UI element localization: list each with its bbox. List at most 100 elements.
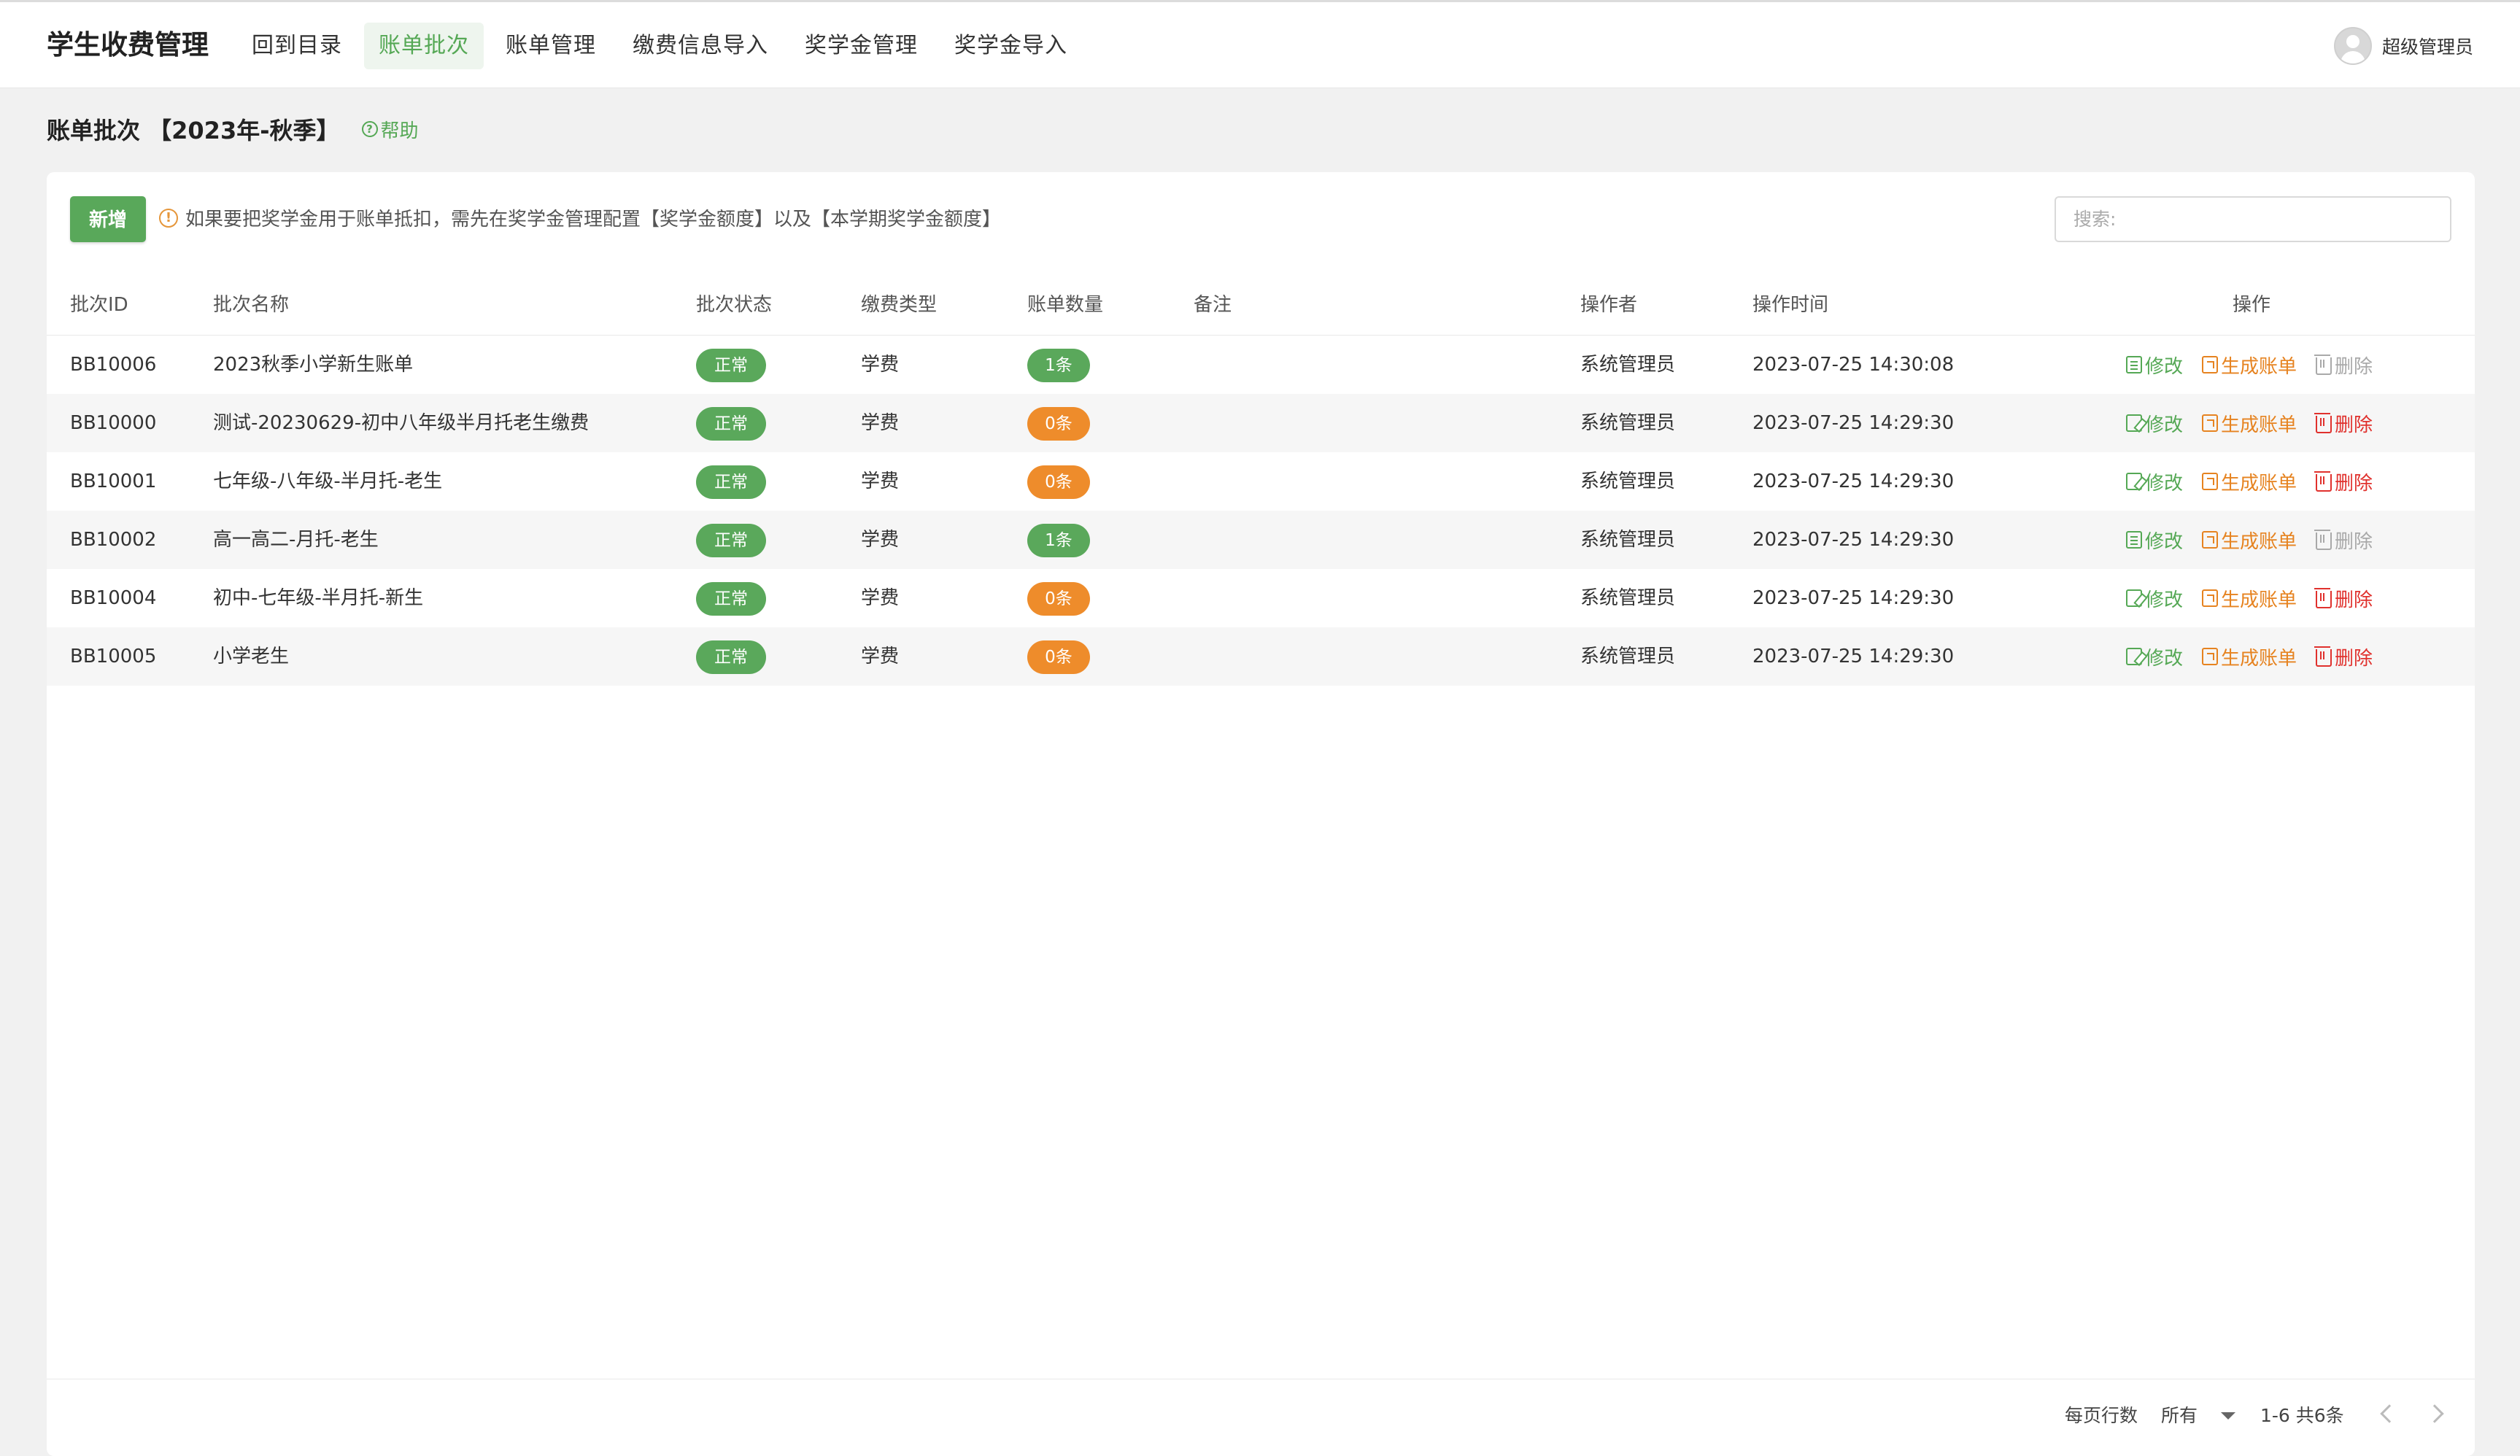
row-actions: 修改 生成账单 删除 (2126, 452, 2373, 511)
cell-batch-name: 2023秋季小学新生账单 (213, 354, 414, 376)
cell-batch-id: BB10005 (70, 646, 157, 667)
header-fee-type: 缴费类型 (861, 294, 938, 316)
delete-label: 删除 (2335, 355, 2373, 378)
generate-label: 生成账单 (2221, 589, 2297, 611)
search-input[interactable] (2055, 196, 2451, 242)
nav-item-payment-import[interactable]: 缴费信息导入 (618, 23, 783, 69)
export-icon (2202, 531, 2219, 549)
user-menu[interactable]: 超级管理员 (2333, 27, 2473, 65)
rows-per-page-label: 每页行数 (2065, 1405, 2138, 1426)
main-nav: 回到目录 账单批次 账单管理 缴费信息导入 奖学金管理 奖学金导入 (237, 23, 1082, 69)
delete-button[interactable]: 删除 (2314, 410, 2373, 437)
generate-bill-button[interactable]: 生成账单 (2202, 585, 2297, 612)
count-badge: 0条 (1027, 581, 1090, 616)
rows-per-page-select[interactable]: 所有 (2161, 1379, 2198, 1452)
cell-bill-count: 1条 (1027, 336, 1090, 394)
cell-batch-name: 测试-20230629-初中八年级半月托老生缴费 (213, 412, 590, 434)
generate-bill-button[interactable]: 生成账单 (2202, 468, 2297, 495)
add-button[interactable]: 新增 (70, 196, 146, 242)
delete-button[interactable]: 删除 (2314, 585, 2373, 612)
header-batch-id: 批次ID (70, 294, 128, 316)
delete-label: 删除 (2335, 530, 2373, 553)
pagination: 每页行数 所有 1-6 共6条 (47, 1379, 2475, 1452)
cell-bill-count: 0条 (1027, 627, 1090, 686)
count-badge: 1条 (1027, 523, 1090, 557)
cell-bill-count: 1条 (1027, 511, 1090, 569)
edit-icon (2126, 589, 2142, 607)
cell-batch-id: BB10002 (70, 529, 157, 551)
page-range: 1-6 共6条 (2260, 1405, 2344, 1426)
cell-fee-type: 学费 (861, 587, 900, 609)
trash-icon (2314, 646, 2332, 667)
scholarship-notice: ! 如果要把奖学金用于账单抵扣，需先在奖学金管理配置【奖学金额度】以及【本学期奖… (159, 204, 1001, 231)
cell-batch-id: BB10006 (70, 354, 157, 376)
row-actions: 修改 生成账单 删除 (2126, 336, 2373, 394)
row-actions: 修改 生成账单 删除 (2126, 569, 2373, 627)
cell-batch-id: BB10001 (70, 471, 157, 492)
chevron-left-icon[interactable] (2380, 1404, 2399, 1423)
generate-bill-button[interactable]: 生成账单 (2202, 643, 2297, 670)
count-badge: 1条 (1027, 348, 1090, 382)
table-header: 批次ID 批次名称 批次状态 缴费类型 账单数量 备注 操作者 操作时间 操作 (47, 274, 2475, 336)
cell-operator: 系统管理员 (1580, 646, 1676, 667)
edit-icon (2126, 356, 2142, 373)
generate-bill-button[interactable]: 生成账单 (2202, 410, 2297, 437)
cell-operation-time: 2023-07-25 14:30:08 (1752, 354, 1955, 376)
count-badge: 0条 (1027, 640, 1090, 674)
nav-item-bill-management[interactable]: 账单管理 (491, 23, 611, 69)
generate-label: 生成账单 (2221, 530, 2297, 553)
cell-batch-id: BB10004 (70, 587, 157, 609)
cell-fee-type: 学费 (861, 471, 900, 492)
nav-item-scholarship-management[interactable]: 奖学金管理 (790, 23, 932, 69)
edit-button[interactable]: 修改 (2126, 410, 2183, 437)
avatar-icon (2333, 27, 2372, 65)
delete-button[interactable]: 删除 (2314, 643, 2373, 670)
cell-bill-count: 0条 (1027, 394, 1090, 452)
nav-item-catalog[interactable]: 回到目录 (237, 23, 357, 69)
caret-down-icon[interactable] (2221, 1412, 2235, 1420)
table-row: BB10001 七年级-八年级-半月托-老生 正常 学费 0条 系统管理员 2023-07-… (47, 452, 2475, 511)
cell-batch-name: 初中-七年级-半月托-新生 (213, 587, 424, 609)
delete-label: 删除 (2335, 472, 2373, 495)
count-badge: 0条 (1027, 465, 1090, 499)
nav-item-scholarship-import[interactable]: 奖学金导入 (940, 23, 1082, 69)
edit-label: 修改 (2145, 530, 2184, 553)
table-row: BB10005 小学老生 正常 学费 0条 系统管理员 2023-07-25 14:29:3… (47, 627, 2475, 686)
chevron-right-icon[interactable] (2425, 1404, 2444, 1423)
edit-button[interactable]: 修改 (2126, 468, 2183, 495)
help-label: 帮助 (380, 120, 419, 142)
page-title: 账单批次 【2023年-秋季】 (47, 117, 340, 144)
cell-fee-type: 学费 (861, 354, 900, 376)
edit-button[interactable]: 修改 (2126, 352, 2183, 379)
batch-card: 新增 ! 如果要把奖学金用于账单抵扣，需先在奖学金管理配置【奖学金额度】以及【本… (47, 172, 2475, 1456)
help-link[interactable]: ? 帮助 (361, 116, 419, 143)
warning-circle-icon: ! (159, 208, 178, 228)
status-badge: 正常 (696, 406, 766, 441)
edit-button[interactable]: 修改 (2126, 585, 2183, 612)
cell-operation-time: 2023-07-25 14:29:30 (1752, 587, 1955, 609)
header-actions: 操作 (2233, 294, 2271, 316)
status-badge: 正常 (696, 348, 766, 382)
cell-operator: 系统管理员 (1580, 529, 1676, 551)
nav-item-bill-batch[interactable]: 账单批次 (364, 23, 484, 69)
edit-button[interactable]: 修改 (2126, 527, 2183, 554)
top-navigation-bar: 学生收费管理 回到目录 账单批次 账单管理 缴费信息导入 奖学金管理 奖学金导入… (0, 0, 2520, 88)
delete-button[interactable]: 删除 (2314, 468, 2373, 495)
edit-button[interactable]: 修改 (2126, 643, 2183, 670)
row-actions: 修改 生成账单 删除 (2126, 627, 2373, 686)
trash-icon (2314, 530, 2332, 550)
delete-button: 删除 (2314, 352, 2373, 379)
edit-label: 修改 (2145, 355, 2184, 378)
header-remark: 备注 (1194, 294, 1232, 316)
cell-operator: 系统管理员 (1580, 354, 1676, 376)
table-row: BB10004 初中-七年级-半月托-新生 正常 学费 0条 系统管理员 2023-07-2… (47, 569, 2475, 627)
generate-bill-button[interactable]: 生成账单 (2202, 527, 2297, 554)
cell-batch-id: BB10000 (70, 412, 157, 434)
header-batch-name: 批次名称 (213, 294, 290, 316)
count-badge: 0条 (1027, 406, 1090, 441)
cell-operator: 系统管理员 (1580, 412, 1676, 434)
header-operation-time: 操作时间 (1752, 294, 1829, 316)
cell-operation-time: 2023-07-25 14:29:30 (1752, 529, 1955, 551)
generate-bill-button[interactable]: 生成账单 (2202, 352, 2297, 379)
table-row: BB10002 高一高二-月托-老生 正常 学费 1条 系统管理员 2023-07-25 1… (47, 511, 2475, 569)
